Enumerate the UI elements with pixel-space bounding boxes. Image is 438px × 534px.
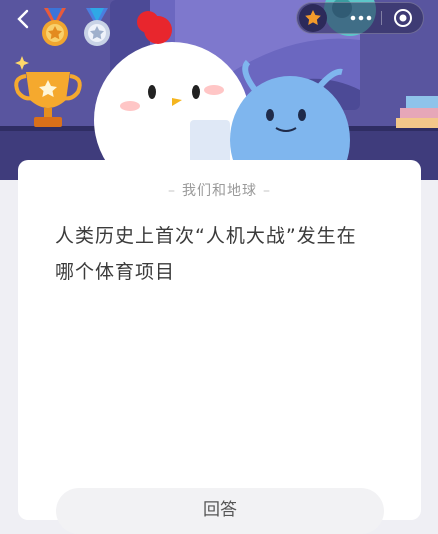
silver-medal-icon <box>84 8 110 46</box>
favorite-button[interactable] <box>299 4 327 32</box>
question-line-2: 哪个体育项目 <box>55 261 176 283</box>
gold-medal-icon <box>42 8 68 46</box>
question-text: 人类历史上首次“人机大战”发生在 哪个体育项目 <box>55 218 385 290</box>
more-dots-icon <box>350 15 372 21</box>
more-button[interactable] <box>341 3 381 33</box>
close-button[interactable] <box>383 3 423 33</box>
mini-program-capsule <box>296 2 424 34</box>
question-line-1: 人类历史上首次“人机大战”发生在 <box>55 225 357 247</box>
chevron-left-icon <box>17 9 29 29</box>
category-dash-right: – <box>263 183 271 199</box>
capsule-divider <box>381 11 382 25</box>
target-circle-icon <box>394 9 412 27</box>
question-card: – 我们和地球 – 人类历史上首次“人机大战”发生在 哪个体育项目 回答 <box>18 160 421 534</box>
star-icon <box>305 10 321 25</box>
back-button[interactable] <box>8 4 38 34</box>
answer-button[interactable]: 回答 <box>56 488 384 534</box>
category-text: 我们和地球 <box>182 183 257 199</box>
category-dash-left: – <box>168 183 176 199</box>
category-label: – 我们和地球 – <box>18 180 421 200</box>
header-banner <box>0 0 438 180</box>
